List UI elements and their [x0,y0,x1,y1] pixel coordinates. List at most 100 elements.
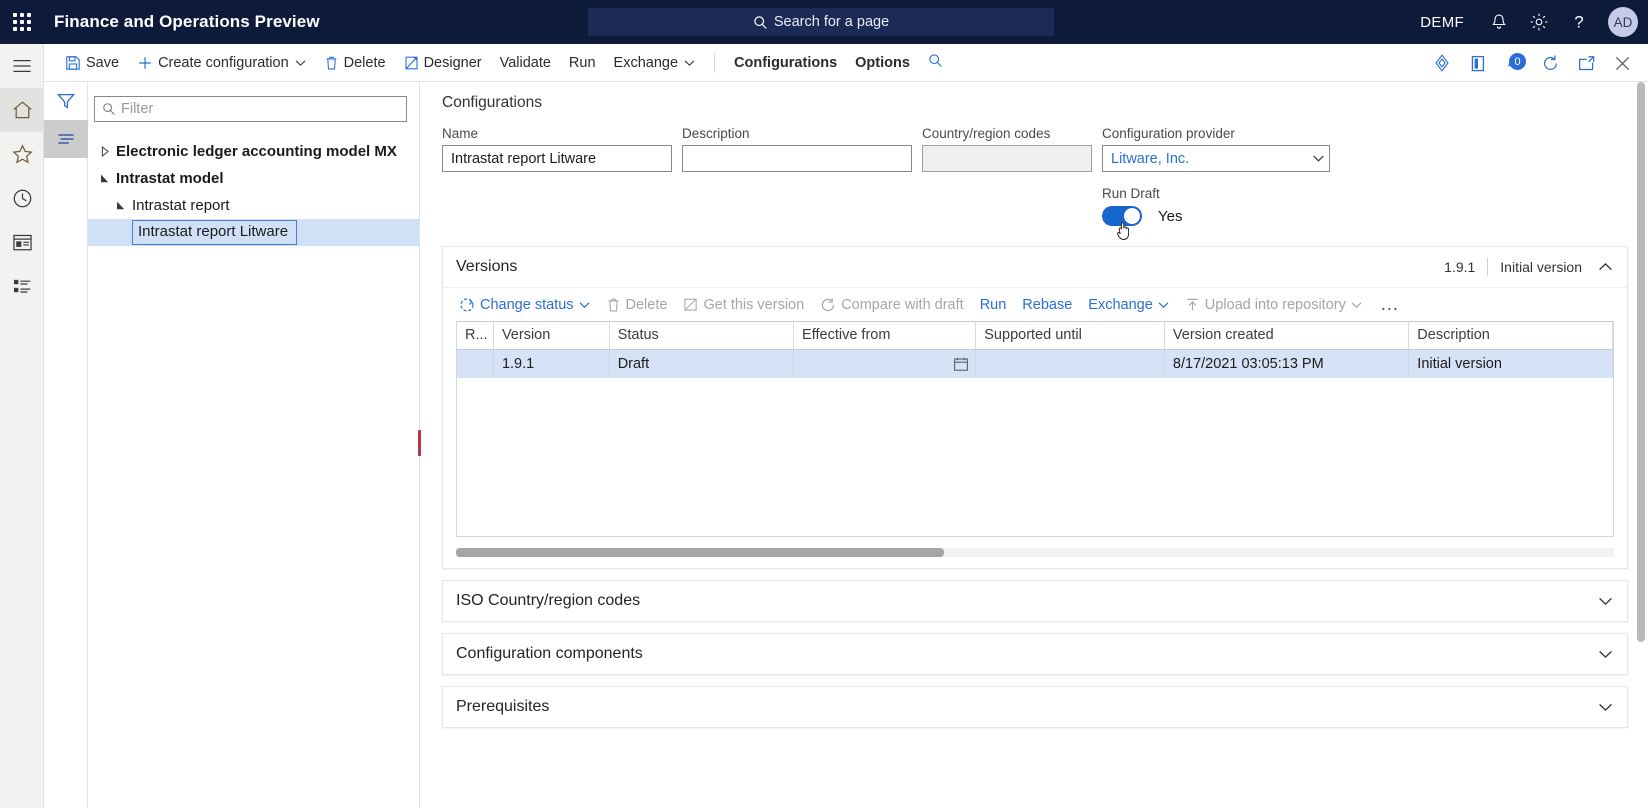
cell-version-created[interactable]: 8/17/2021 03:05:13 PM [1164,349,1410,378]
chevron-up-icon[interactable] [1598,262,1613,272]
run-button[interactable]: Run [560,48,605,78]
scrollbar-thumb[interactable] [1637,82,1645,642]
caret-down-icon[interactable] [94,173,116,184]
delete-label: Delete [343,54,386,71]
cell-supported-until[interactable] [975,349,1165,378]
create-configuration-label: Create configuration [158,54,289,71]
caret-down-icon[interactable] [110,200,132,211]
description-input[interactable] [682,145,912,172]
cell-effective-from[interactable] [793,349,977,378]
gear-icon[interactable] [1520,0,1558,44]
popout-icon[interactable] [1568,44,1604,82]
scrollbar-thumb[interactable] [456,548,944,557]
versions-overflow-button[interactable]: … [1370,291,1410,319]
table-row[interactable]: 1.9.1 Draft 8/17/2021 03:05:13 PM Initia… [457,349,1613,378]
save-icon [65,55,81,71]
question-icon[interactable]: ? [1560,0,1598,44]
command-bar-search-button[interactable] [919,48,952,78]
tree-node-electronic-ledger-accounting-model-mx[interactable]: Electronic ledger accounting model MX [88,138,419,165]
favorites-star-icon[interactable] [0,132,44,176]
nav-rail [0,44,44,808]
chevron-down-icon[interactable] [1598,596,1613,606]
close-icon[interactable] [1604,44,1640,82]
tree-filter-input[interactable]: Filter [94,96,407,122]
rebase-label: Rebase [1022,296,1073,313]
cell-r[interactable] [457,349,494,378]
name-input[interactable]: Intrastat report Litware [442,145,672,172]
run-draft-value: Yes [1158,207,1183,225]
save-button[interactable]: Save [56,48,128,78]
filter-icon[interactable] [44,82,88,120]
upload-into-repository-button: Upload into repository [1177,291,1370,319]
tree-node-intrastat-model[interactable]: Intrastat model [88,165,419,192]
home-icon[interactable] [0,88,44,132]
configuration-components-header[interactable]: Configuration components [443,634,1627,674]
tree-list-icon[interactable] [44,120,88,158]
prerequisites-header[interactable]: Prerequisites [443,687,1627,727]
country-region-codes-input [922,145,1092,172]
exchange-button[interactable]: Exchange [605,48,705,78]
versions-grid: R... Version Status Effective from Suppo… [456,321,1614,537]
tree-node-intrastat-report-litware[interactable]: Intrastat report Litware [88,219,419,246]
versions-section-header[interactable]: Versions 1.9.1 Initial version [443,247,1627,287]
notifications-count-icon[interactable]: 0 [1496,44,1532,82]
rebase-button[interactable]: Rebase [1014,291,1080,319]
column-header-supported-until[interactable]: Supported until [975,322,1165,350]
iso-country-region-codes-header[interactable]: ISO Country/region codes [443,581,1627,621]
change-status-button[interactable]: Change status [451,291,598,319]
command-bar-divider [714,52,716,73]
workspaces-icon[interactable] [0,220,44,264]
modules-list-icon[interactable] [0,264,44,308]
attachments-icon[interactable] [1424,44,1460,82]
chevron-down-icon [1351,301,1362,309]
country-region-codes-label: Country/region codes [922,126,1051,141]
versions-run-button[interactable]: Run [972,291,1015,319]
designer-button[interactable]: Designer [395,48,491,78]
cell-description[interactable]: Initial version [1408,349,1613,378]
tab-configurations[interactable]: Configurations [725,48,846,78]
tree-node-label: Electronic ledger accounting model MX [116,143,397,160]
column-header-version-created[interactable]: Version created [1164,322,1410,350]
column-header-description[interactable]: Description [1408,322,1613,350]
compare-with-draft-label: Compare with draft [841,296,964,313]
app-launcher-icon[interactable] [0,0,44,44]
page-vertical-scrollbar[interactable] [1634,82,1648,808]
column-header-r[interactable]: R... [457,322,494,350]
versions-grid-horizontal-scrollbar[interactable] [456,548,1614,557]
bell-icon[interactable] [1480,0,1518,44]
open-in-new-icon[interactable] [1460,44,1496,82]
configuration-tree: Electronic ledger accounting model MX In… [88,138,419,246]
hamburger-menu-icon[interactable] [0,44,44,88]
trash-icon [606,297,621,313]
versions-exchange-button[interactable]: Exchange [1080,291,1177,319]
tree-node-intrastat-report[interactable]: Intrastat report [88,192,419,219]
chevron-down-icon[interactable] [1598,702,1613,712]
tab-options[interactable]: Options [846,48,919,78]
cell-status[interactable]: Draft [609,349,795,378]
recent-clock-icon[interactable] [0,176,44,220]
chevron-right-icon[interactable] [94,146,116,157]
global-search-input[interactable]: Search for a page [588,8,1054,36]
cell-version[interactable]: 1.9.1 [493,349,610,378]
run-draft-label: Run Draft [1102,186,1160,201]
refresh-icon[interactable] [1532,44,1568,82]
column-header-effective-from[interactable]: Effective from [793,322,977,350]
configuration-provider-select[interactable]: Litware, Inc. [1102,145,1330,172]
column-header-status[interactable]: Status [609,322,795,350]
validate-button[interactable]: Validate [491,48,560,78]
calendar-icon[interactable] [953,356,969,376]
create-configuration-button[interactable]: Create configuration [128,48,315,78]
avatar[interactable]: AD [1608,7,1638,37]
run-draft-toggle[interactable] [1102,206,1142,240]
column-header-version[interactable]: Version [493,322,610,350]
compare-with-draft-button: Compare with draft [812,291,972,319]
compare-icon [820,297,836,313]
versions-run-label: Run [979,296,1007,313]
run-label: Run [568,54,596,71]
get-version-icon [683,297,698,312]
company-label[interactable]: DEMF [1420,14,1464,31]
chevron-down-icon[interactable] [1598,649,1613,659]
delete-button[interactable]: Delete [315,48,395,78]
description-label: Description [682,126,750,141]
description-field-group: Description [682,126,912,226]
